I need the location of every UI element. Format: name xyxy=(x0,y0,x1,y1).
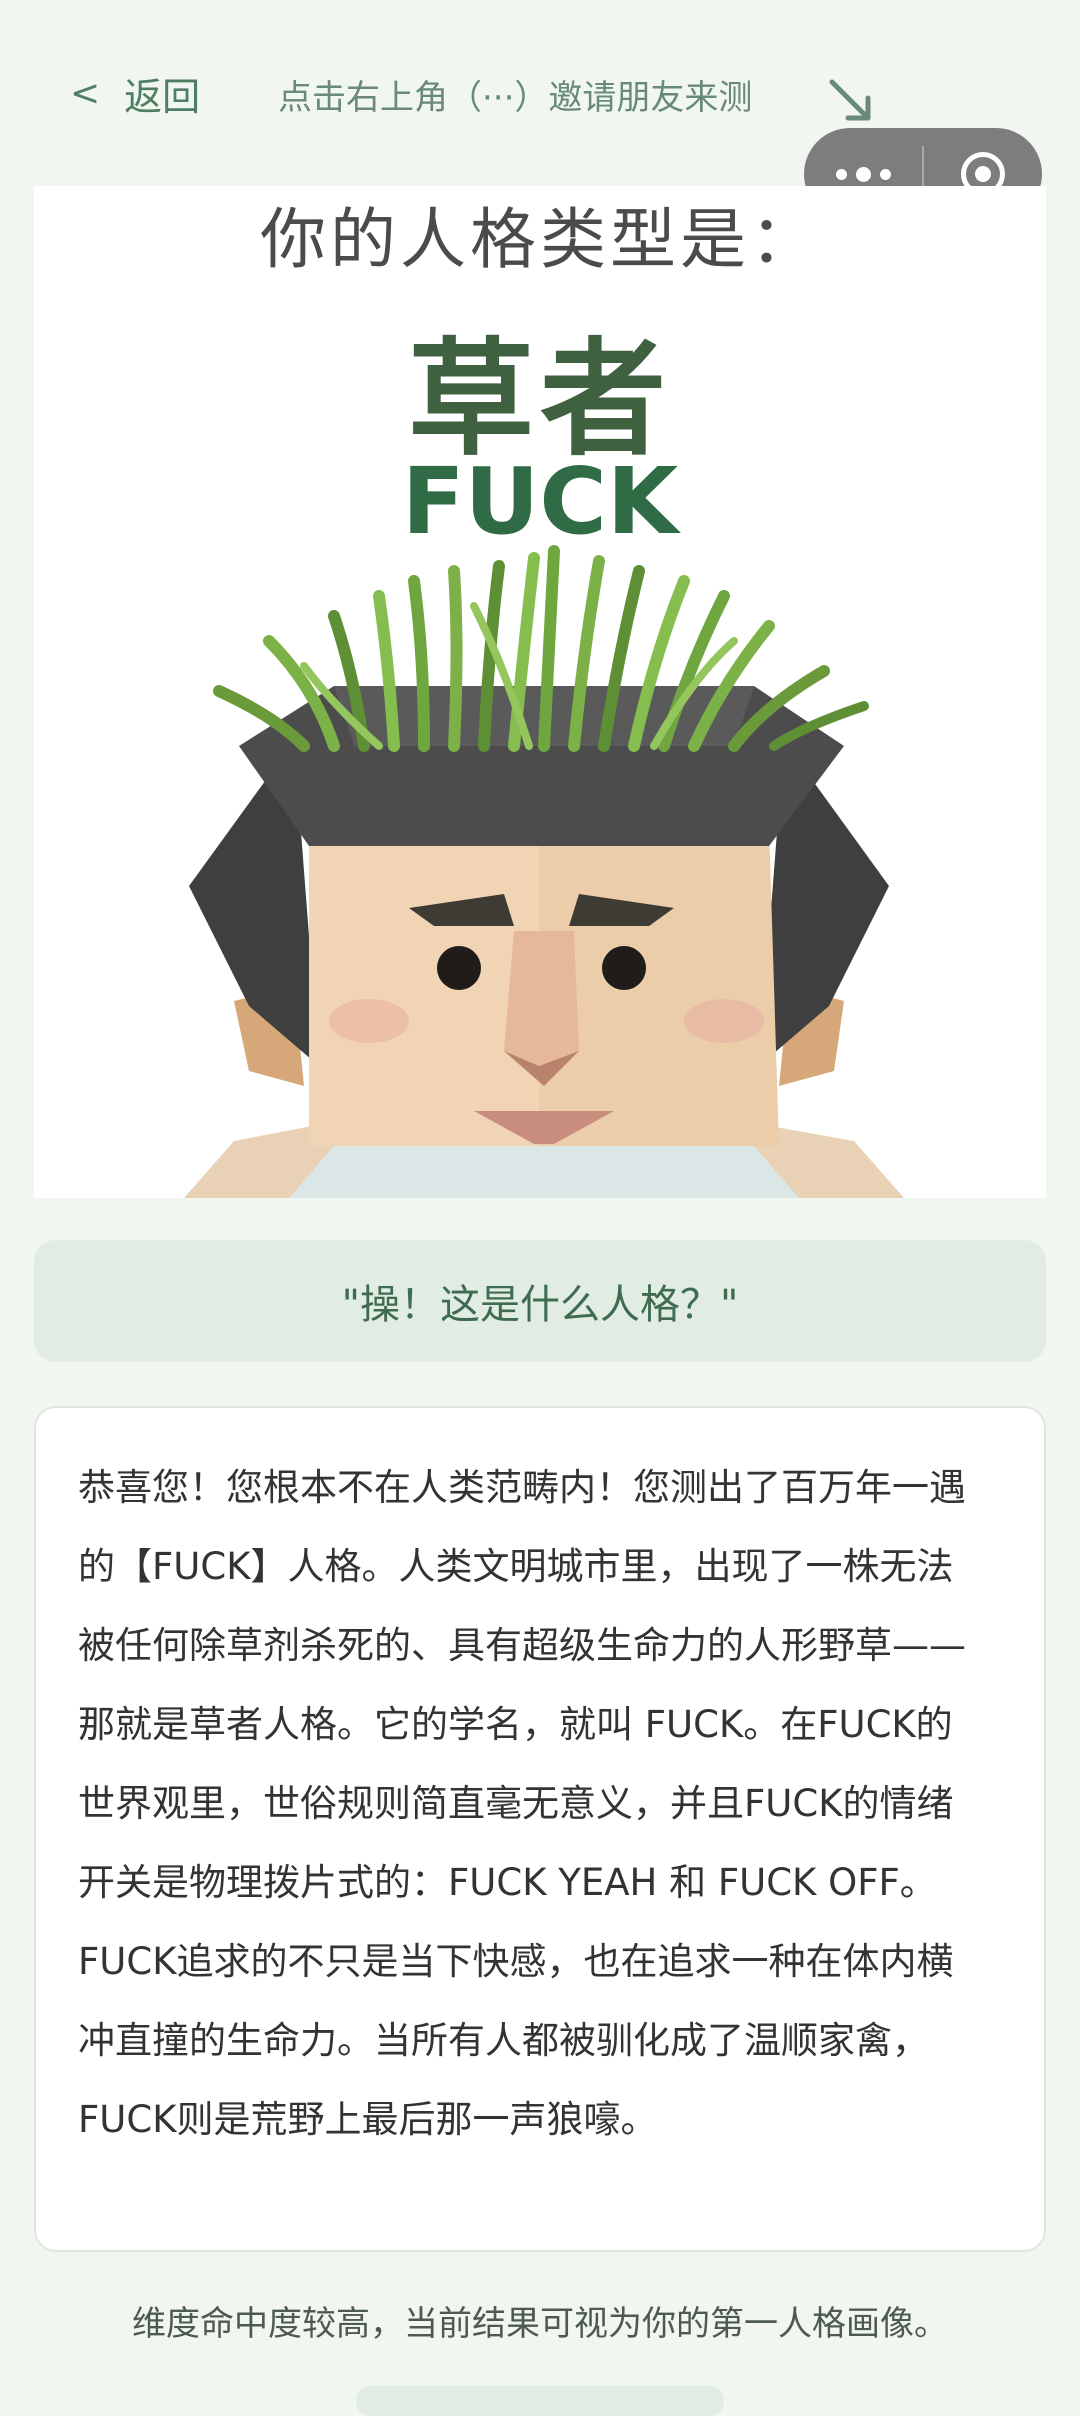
arrow-down-right-icon xyxy=(829,79,871,121)
poster-title: 你的人格类型是： xyxy=(260,201,820,278)
share-hint: 点击右上角（···）邀请朋友来测 xyxy=(278,78,753,118)
more-dot-right xyxy=(879,168,891,180)
target-core xyxy=(975,166,991,182)
back-label: 返回 xyxy=(124,75,201,119)
back-button[interactable]: < 返回 xyxy=(70,66,200,121)
description-text: 恭喜您！您根本不在人类范畴内！您测出了百万年一遇的【FUCK】人格。人类文明城市… xyxy=(78,1466,966,2141)
more-dots-icon xyxy=(835,168,847,180)
top-bar: < 返回 点击右上角（···）邀请朋友来测 xyxy=(0,60,1080,130)
quote-card: "操！这是什么人格？" xyxy=(34,1240,1046,1362)
footer-note: 维度命中度较高，当前结果可视为你的第一人格画像。 xyxy=(132,2304,948,2344)
bottom-button[interactable] xyxy=(356,2386,724,2416)
chevron-left-icon: < xyxy=(70,73,101,114)
description-card: 恭喜您！您根本不在人类范畴内！您测出了百万年一遇的【FUCK】人格。人类文明城市… xyxy=(34,1406,1046,2252)
personality-code: FUCK xyxy=(401,448,679,555)
result-poster: 你的人格类型是： 草者 FUCK xyxy=(34,186,1046,1198)
more-dot-center xyxy=(855,166,871,182)
